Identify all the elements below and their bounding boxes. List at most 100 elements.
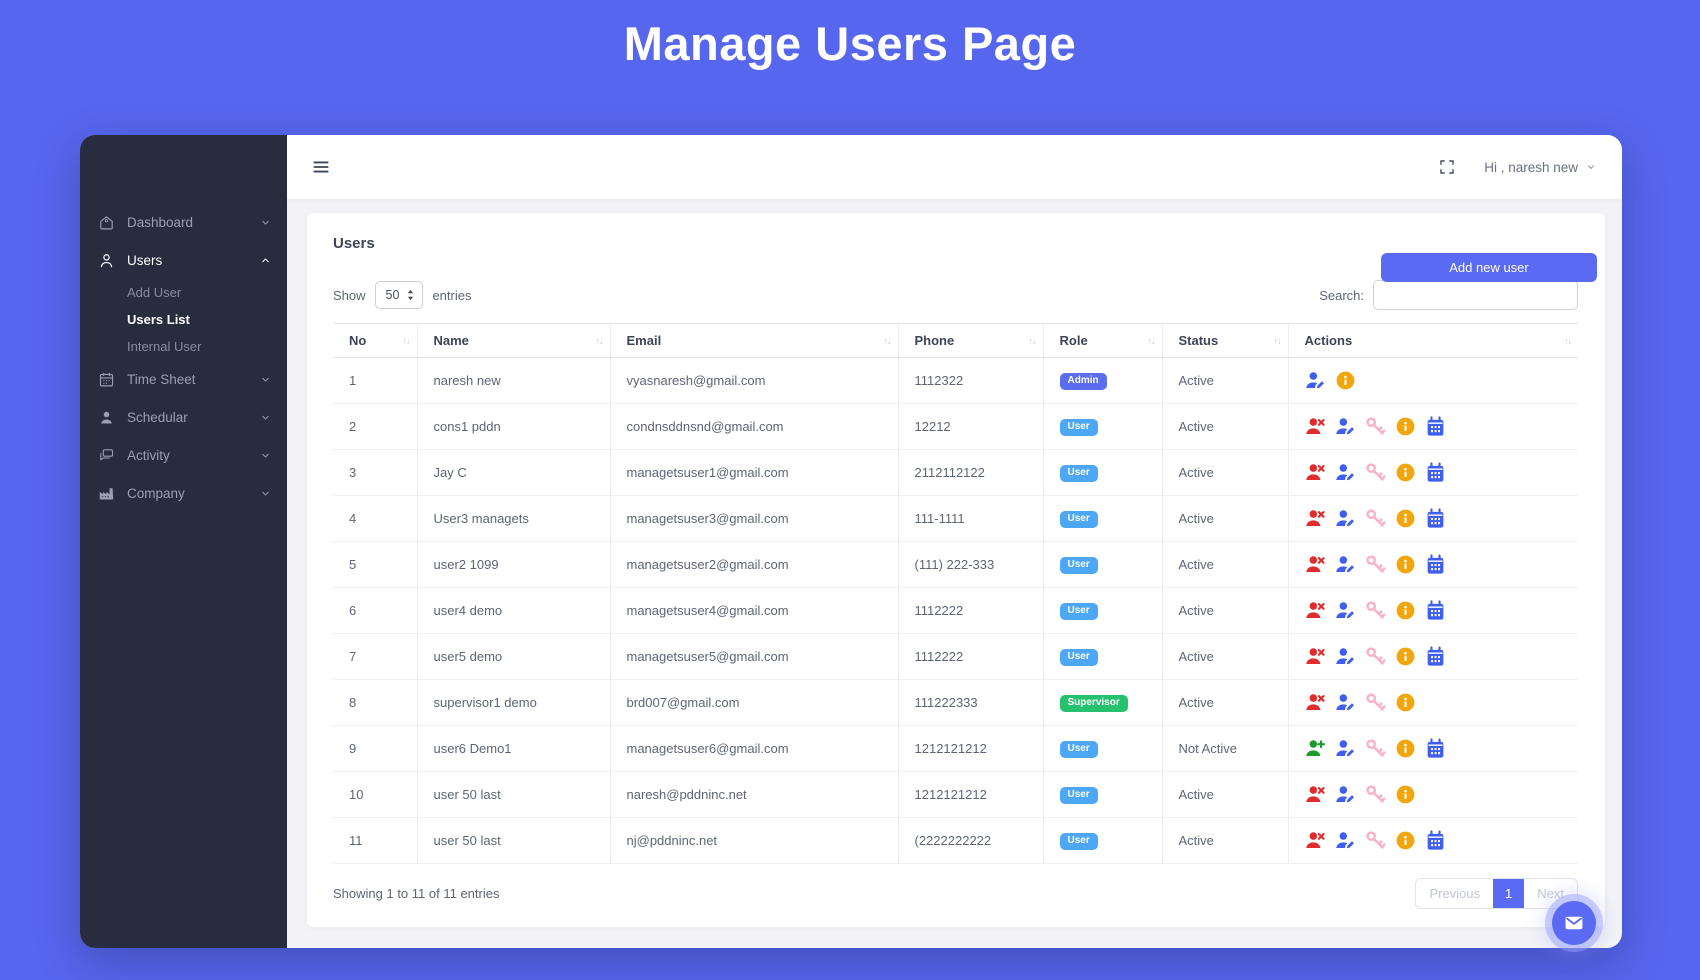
search-input[interactable] bbox=[1373, 280, 1578, 310]
key-icon[interactable] bbox=[1365, 508, 1386, 529]
key-icon[interactable] bbox=[1365, 600, 1386, 621]
fullscreen-button[interactable] bbox=[1436, 156, 1458, 178]
cell-phone: (2222222222 bbox=[897, 817, 1043, 864]
sidebar-item-company[interactable]: Company bbox=[80, 474, 287, 512]
column-header-role[interactable]: Role ↑↓ bbox=[1042, 323, 1162, 358]
user-edit-icon[interactable] bbox=[1335, 554, 1356, 575]
info-icon[interactable] bbox=[1395, 416, 1416, 437]
page-title: Manage Users Page bbox=[623, 17, 1077, 70]
column-header-label: Actions bbox=[1304, 333, 1353, 348]
sidebar-item-time-sheet[interactable]: Time Sheet bbox=[80, 360, 287, 398]
cell-phone: 1112222 bbox=[897, 633, 1043, 680]
user-x-icon[interactable] bbox=[1305, 830, 1326, 851]
calendar-icon[interactable] bbox=[1425, 416, 1446, 437]
calendar-icon[interactable] bbox=[1425, 462, 1446, 483]
sidebar-subitem-add-user[interactable]: Add User bbox=[80, 279, 287, 306]
user-x-icon[interactable] bbox=[1305, 508, 1326, 529]
envelope-icon bbox=[1563, 912, 1585, 934]
cell-no: 11 bbox=[333, 817, 417, 864]
page-size-control: Show 50 entries bbox=[333, 281, 471, 309]
column-header-actions[interactable]: Actions ↑↓ bbox=[1287, 323, 1578, 358]
table-row: 2 cons1 pddn condnsddnsnd@gmail.com 1221… bbox=[333, 403, 1578, 450]
calendar-icon[interactable] bbox=[1425, 738, 1446, 759]
user-edit-icon[interactable] bbox=[1335, 738, 1356, 759]
sidebar-subitem-internal-user[interactable]: Internal User bbox=[80, 333, 287, 360]
user-x-icon[interactable] bbox=[1305, 646, 1326, 667]
user-x-icon[interactable] bbox=[1305, 416, 1326, 437]
info-icon[interactable] bbox=[1395, 600, 1416, 621]
cell-no: 10 bbox=[333, 771, 417, 818]
role-badge: User bbox=[1059, 833, 1098, 850]
table-row: 4 User3 managets managetsuser3@gmail.com… bbox=[333, 495, 1578, 542]
user-edit-icon[interactable] bbox=[1335, 508, 1356, 529]
add-new-user-button[interactable]: Add new user bbox=[1381, 253, 1597, 282]
cell-role: User bbox=[1042, 817, 1162, 864]
calendar-icon[interactable] bbox=[1425, 830, 1446, 851]
user-edit-icon[interactable] bbox=[1335, 600, 1356, 621]
table-row: 6 user4 demo managetsuser4@gmail.com 111… bbox=[333, 587, 1578, 634]
info-icon[interactable] bbox=[1395, 784, 1416, 805]
key-icon[interactable] bbox=[1365, 646, 1386, 667]
user-menu[interactable]: Hi , naresh new bbox=[1484, 160, 1596, 175]
user-x-icon[interactable] bbox=[1305, 462, 1326, 483]
column-header-status[interactable]: Status ↑↓ bbox=[1161, 323, 1288, 358]
info-icon[interactable] bbox=[1395, 738, 1416, 759]
user-edit-icon[interactable] bbox=[1305, 370, 1326, 391]
cell-name: User3 managets bbox=[416, 495, 610, 542]
user-edit-icon[interactable] bbox=[1335, 830, 1356, 851]
column-header-email[interactable]: Email ↑↓ bbox=[609, 323, 898, 358]
key-icon[interactable] bbox=[1365, 416, 1386, 437]
cell-role: Admin bbox=[1042, 357, 1162, 404]
sidebar-item-dashboard[interactable]: Dashboard bbox=[80, 203, 287, 241]
column-header-phone[interactable]: Phone ↑↓ bbox=[897, 323, 1043, 358]
key-icon[interactable] bbox=[1365, 830, 1386, 851]
current-page: 1 bbox=[1493, 879, 1525, 908]
cell-name: user5 demo bbox=[416, 633, 610, 680]
sidebar-subitem-users-list[interactable]: Users List bbox=[80, 306, 287, 333]
cell-role: User bbox=[1042, 403, 1162, 450]
column-header-name[interactable]: Name ↑↓ bbox=[416, 323, 610, 358]
entries-summary: Showing 1 to 11 of 11 entries bbox=[333, 886, 500, 901]
info-icon[interactable] bbox=[1395, 692, 1416, 713]
users-card: Users Add new user Show 50 entries Searc… bbox=[307, 213, 1605, 927]
chevron-down-icon bbox=[260, 374, 271, 385]
calendar-icon[interactable] bbox=[1425, 554, 1446, 575]
key-icon[interactable] bbox=[1365, 784, 1386, 805]
sidebar-item-activity[interactable]: Activity bbox=[80, 436, 287, 474]
info-icon[interactable] bbox=[1395, 646, 1416, 667]
user-x-icon[interactable] bbox=[1305, 784, 1326, 805]
info-icon[interactable] bbox=[1395, 462, 1416, 483]
user-x-icon[interactable] bbox=[1305, 600, 1326, 621]
info-icon[interactable] bbox=[1395, 554, 1416, 575]
column-header-no[interactable]: No ↑↓ bbox=[333, 323, 417, 358]
user-edit-icon[interactable] bbox=[1335, 692, 1356, 713]
key-icon[interactable] bbox=[1365, 462, 1386, 483]
user-edit-icon[interactable] bbox=[1335, 784, 1356, 805]
calendar-icon[interactable] bbox=[1425, 600, 1446, 621]
info-icon[interactable] bbox=[1335, 370, 1356, 391]
calendar-icon[interactable] bbox=[1425, 508, 1446, 529]
user-edit-icon[interactable] bbox=[1335, 646, 1356, 667]
calendar-icon[interactable] bbox=[1425, 646, 1446, 667]
chevron-down-icon bbox=[260, 412, 271, 423]
sidebar-item-users[interactable]: Users bbox=[80, 241, 287, 279]
sidebar-item-schedular[interactable]: Schedular bbox=[80, 398, 287, 436]
info-icon[interactable] bbox=[1395, 830, 1416, 851]
page-size-select[interactable]: 50 bbox=[374, 281, 424, 309]
role-badge: Supervisor bbox=[1059, 695, 1128, 712]
user-plus-icon[interactable] bbox=[1305, 738, 1326, 759]
info-icon[interactable] bbox=[1395, 508, 1416, 529]
user-edit-icon[interactable] bbox=[1335, 416, 1356, 437]
chat-fab-button[interactable] bbox=[1552, 901, 1596, 945]
user-x-icon[interactable] bbox=[1305, 554, 1326, 575]
key-icon[interactable] bbox=[1365, 738, 1386, 759]
key-icon[interactable] bbox=[1365, 554, 1386, 575]
key-icon[interactable] bbox=[1365, 692, 1386, 713]
role-badge: User bbox=[1059, 557, 1098, 574]
user-x-icon[interactable] bbox=[1305, 692, 1326, 713]
previous-page-button[interactable]: Previous bbox=[1416, 879, 1493, 908]
cell-role: User bbox=[1042, 771, 1162, 818]
menu-toggle-button[interactable] bbox=[307, 153, 335, 181]
user-edit-icon[interactable] bbox=[1335, 462, 1356, 483]
cell-phone: (111) 222-333 bbox=[897, 541, 1043, 588]
